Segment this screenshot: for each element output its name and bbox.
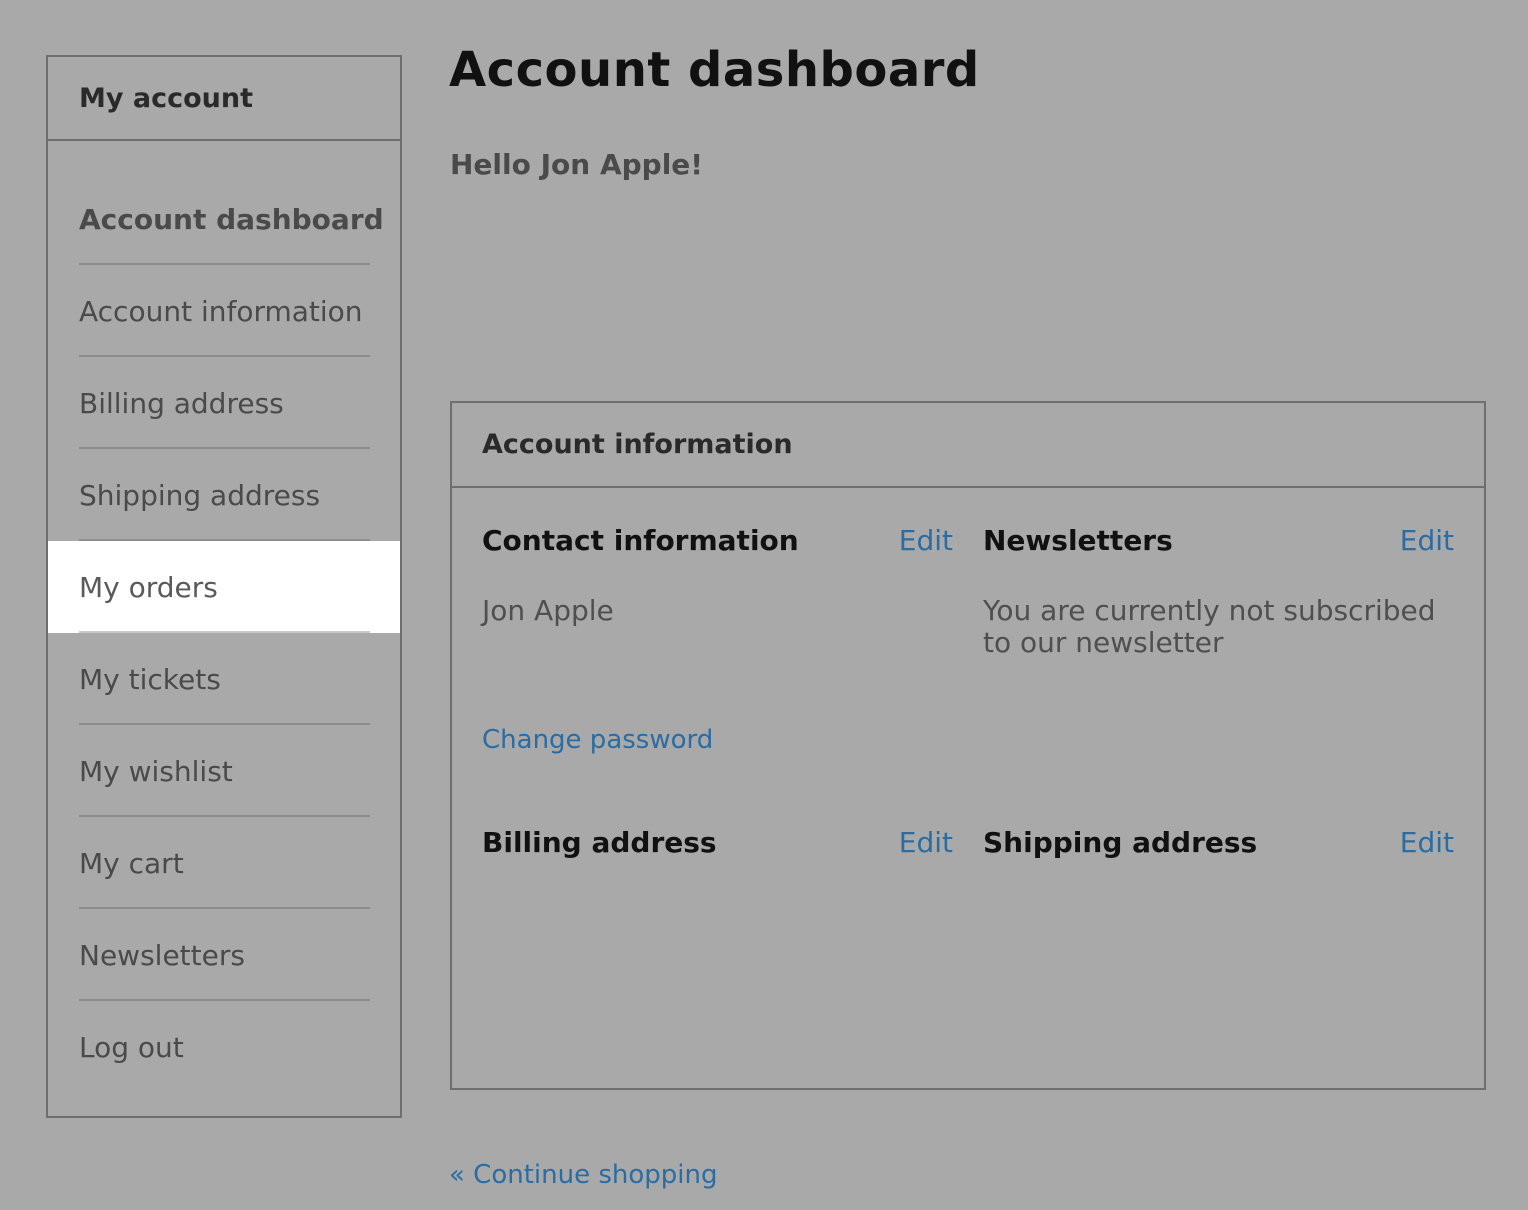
sidebar-item-account-information[interactable]: Account information — [48, 265, 400, 357]
contact-name: Jon Apple — [482, 594, 614, 627]
shipping-address-section: Shipping address Edit — [983, 826, 1454, 859]
continue-shopping-link[interactable]: « Continue shopping — [449, 1160, 718, 1190]
account-information-heading: Account information — [452, 403, 1484, 488]
edit-contact-link[interactable]: Edit — [899, 524, 953, 557]
account-information-panel: Account information Contact information … — [450, 401, 1486, 1090]
sidebar-item-shipping-address[interactable]: Shipping address — [48, 449, 400, 541]
newsletters-title: Newsletters — [983, 524, 1173, 557]
sidebar-item-newsletters[interactable]: Newsletters — [48, 909, 400, 1001]
greeting-text: Hello Jon Apple! — [450, 148, 704, 181]
change-password-link[interactable]: Change password — [482, 725, 713, 755]
sidebar-item-log-out[interactable]: Log out — [48, 1001, 400, 1093]
account-sidebar: My account Account dashboard Account inf… — [46, 55, 402, 1118]
newsletter-status: You are currently not subscribed to our … — [983, 594, 1436, 659]
edit-newsletters-link[interactable]: Edit — [1400, 524, 1454, 557]
sidebar-item-my-wishlist[interactable]: My wishlist — [48, 725, 400, 817]
contact-information-section: Contact information Edit Jon Apple — [482, 524, 953, 627]
contact-information-title: Contact information — [482, 524, 799, 557]
billing-address-section: Billing address Edit — [482, 826, 953, 859]
page-title: Account dashboard — [449, 42, 980, 98]
sidebar-item-billing-address[interactable]: Billing address — [48, 357, 400, 449]
sidebar-item-my-tickets[interactable]: My tickets — [48, 633, 400, 725]
shipping-address-title: Shipping address — [983, 826, 1258, 859]
billing-address-title: Billing address — [482, 826, 717, 859]
edit-shipping-link[interactable]: Edit — [1400, 826, 1454, 859]
sidebar-nav: Account dashboard Account information Bi… — [48, 141, 400, 1093]
sidebar-item-account-dashboard[interactable]: Account dashboard — [48, 173, 400, 265]
edit-billing-link[interactable]: Edit — [899, 826, 953, 859]
sidebar-title: My account — [48, 57, 400, 141]
sidebar-item-my-orders[interactable]: My orders — [48, 541, 400, 633]
newsletters-section: Newsletters Edit You are currently not s… — [983, 524, 1454, 659]
sidebar-item-my-cart[interactable]: My cart — [48, 817, 400, 909]
